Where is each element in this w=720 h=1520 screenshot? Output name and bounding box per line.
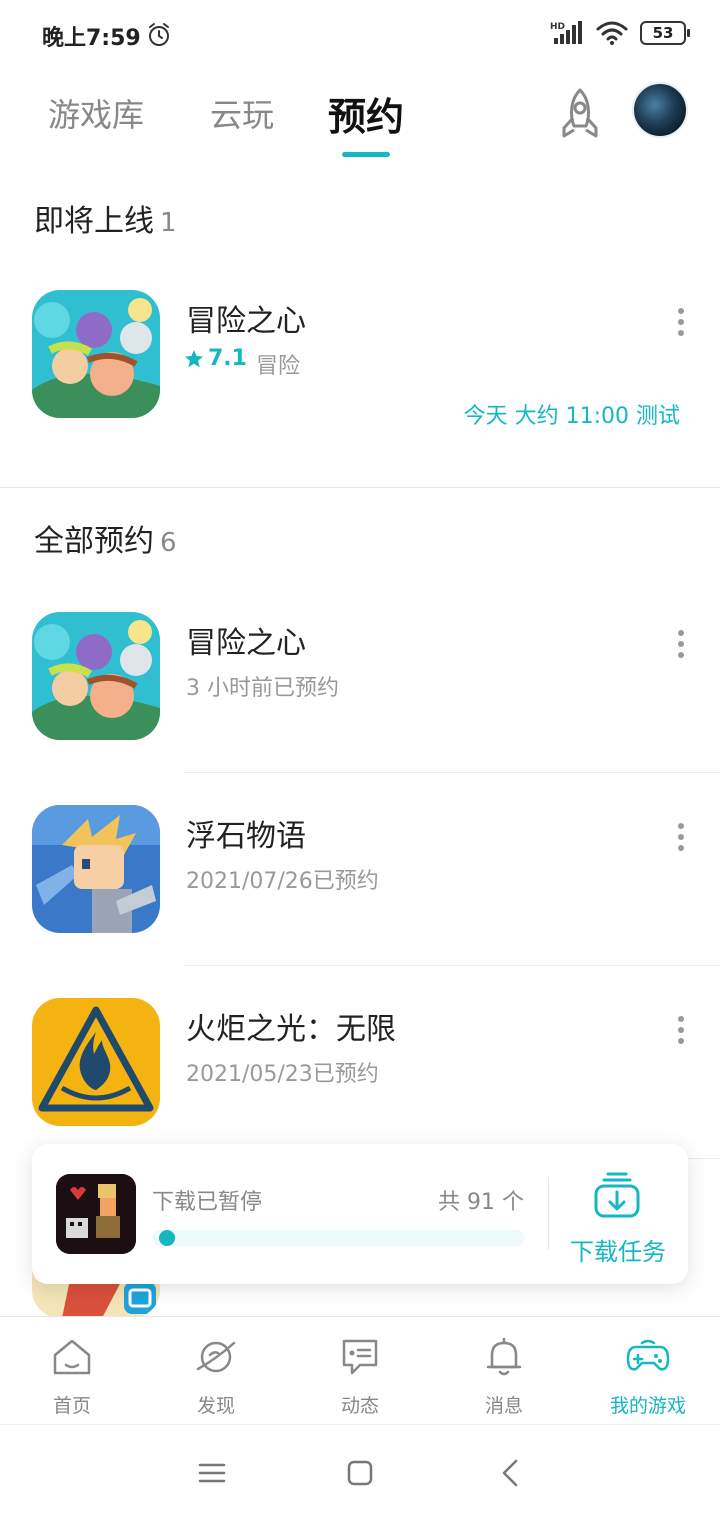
download-card[interactable]: 下载已暂停 共 91 个 下载任务 xyxy=(32,1144,688,1284)
section-divider xyxy=(0,487,720,488)
game-name[interactable]: 火炬之光：无限 xyxy=(186,1004,396,1048)
all-reservations-title: 全部预约 xyxy=(34,524,154,559)
download-total: 共 91 个 xyxy=(438,1190,524,1215)
bottom-nav: 首页 发现 动态 消息 我的游戏 xyxy=(0,1316,720,1424)
home-icon xyxy=(53,1339,91,1375)
nav-discover-label: 发现 xyxy=(196,1395,235,1417)
alarm-icon xyxy=(149,23,169,46)
download-progress-bar xyxy=(152,1230,524,1246)
download-tasks-icon[interactable] xyxy=(592,1170,642,1220)
game-icon-adventure-heart[interactable] xyxy=(32,612,160,740)
tab-game-library[interactable]: 游戏库 xyxy=(48,90,144,136)
game-genre: 冒险 xyxy=(256,354,301,379)
menu-icon[interactable] xyxy=(196,1457,228,1489)
upcoming-count: 1 xyxy=(160,208,177,238)
more-options-icon[interactable] xyxy=(672,302,690,342)
signal-icon: HD xyxy=(550,21,582,44)
game-icon-floating-stone[interactable] xyxy=(32,805,160,933)
game-name[interactable]: 冒险之心 xyxy=(186,296,306,340)
nav-home[interactable]: 首页 xyxy=(0,1317,144,1425)
wifi-icon xyxy=(596,21,628,45)
reserved-time: 2021/07/26已预约 xyxy=(186,869,379,894)
bell-icon xyxy=(486,1337,522,1376)
release-schedule: 今天 大约 11:00 测试 xyxy=(463,404,680,429)
system-nav-bar xyxy=(0,1424,720,1520)
tab-reservations[interactable]: 预约 xyxy=(328,86,404,141)
all-reservations-count: 6 xyxy=(160,528,177,558)
status-icons: HD 53 xyxy=(550,20,690,46)
all-reservations-section-title: 全部预约 6 xyxy=(34,516,177,560)
top-tabs: 游戏库 云玩 预约 xyxy=(0,80,720,170)
tab-cloud-play[interactable]: 云玩 xyxy=(210,90,274,136)
active-tab-indicator xyxy=(342,152,390,157)
star-icon xyxy=(185,349,203,367)
user-avatar[interactable] xyxy=(632,82,688,138)
game-icon-adventure-heart[interactable] xyxy=(32,290,160,418)
download-card-divider xyxy=(548,1178,549,1250)
battery-indicator: 53 xyxy=(640,21,690,45)
nav-discover[interactable]: 发现 xyxy=(144,1317,288,1425)
status-bar: 晚上7:59 HD 53 xyxy=(0,0,720,70)
rating-value: 7.1 xyxy=(208,346,247,371)
reservation-row[interactable]: 浮石物语 2021/07/26已预约 xyxy=(0,805,720,985)
row-divider xyxy=(184,965,720,966)
game-name[interactable]: 冒险之心 xyxy=(186,618,306,662)
download-progress-fill xyxy=(159,1230,175,1246)
upcoming-section-title: 即将上线 1 xyxy=(34,196,177,240)
game-icon-torchlight[interactable] xyxy=(32,998,160,1126)
nav-messages-label: 消息 xyxy=(484,1395,523,1417)
row-divider xyxy=(184,772,720,773)
download-game-icon xyxy=(56,1174,136,1254)
network-type: HD xyxy=(550,22,565,32)
more-options-icon[interactable] xyxy=(672,1010,690,1050)
reserved-time: 2021/05/23已预约 xyxy=(186,1062,379,1087)
upcoming-game-row[interactable]: 冒险之心 7.1 冒险 今天 大约 11:00 测试 xyxy=(0,290,720,470)
game-rating: 7.1 xyxy=(184,346,247,371)
rocket-icon[interactable] xyxy=(552,86,608,142)
planet-icon xyxy=(196,1341,236,1373)
nav-moments[interactable]: 动态 xyxy=(288,1317,432,1425)
upcoming-title: 即将上线 xyxy=(34,204,154,239)
reserved-time: 3 小时前已预约 xyxy=(186,676,339,701)
download-status: 下载已暂停 xyxy=(152,1190,263,1215)
more-options-icon[interactable] xyxy=(672,817,690,857)
more-options-icon[interactable] xyxy=(672,624,690,664)
nav-moments-label: 动态 xyxy=(340,1395,379,1417)
back-icon[interactable] xyxy=(496,1457,528,1489)
gamepad-icon xyxy=(626,1339,670,1371)
nav-my-games[interactable]: 我的游戏 xyxy=(576,1317,720,1425)
nav-my-games-label: 我的游戏 xyxy=(609,1395,686,1417)
status-time: 晚上7:59 xyxy=(42,26,141,51)
nav-home-label: 首页 xyxy=(52,1395,91,1417)
download-tasks-label[interactable]: 下载任务 xyxy=(570,1232,666,1267)
game-name[interactable]: 浮石物语 xyxy=(186,811,306,855)
home-button-icon[interactable] xyxy=(344,1457,376,1489)
nav-messages[interactable]: 消息 xyxy=(432,1317,576,1425)
reservation-row[interactable]: 冒险之心 3 小时前已预约 xyxy=(0,612,720,792)
message-bubble-icon xyxy=(342,1339,378,1375)
